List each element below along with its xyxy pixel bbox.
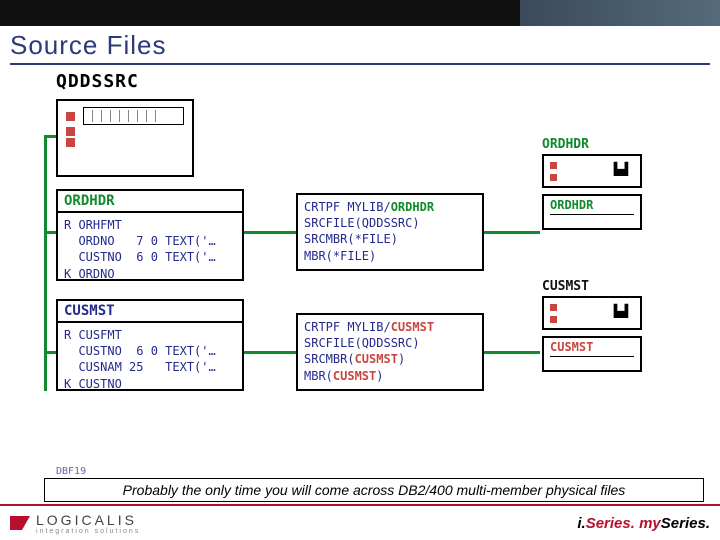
brand-name: LOGICALIS [36,512,140,528]
logo-text: LOGICALIS integration solutions [36,512,140,535]
source-file-label: QDDSSRC [56,71,139,92]
output-cusmst: CUSMST ▙▟ CUSMST [540,277,654,380]
member-line: K ORDNO [64,267,115,281]
footer-right: i.Series. mySeries. [577,515,710,532]
bullet-icon [66,127,75,136]
connector [244,231,296,234]
bullet-icon [66,112,75,121]
member-cusmst: CUSMST R CUSFMT CUSTNO 6 0 TEXT('… CUSNA… [56,299,244,391]
selector-row [66,107,184,125]
connector [484,351,540,354]
diagram-stage: QDDSSRC ORDHDR R ORHFMT ORDNO 7 0 TEXT('… [0,65,720,485]
slide-caption: Probably the only time you will come acr… [44,478,704,502]
object-name: CUSMST [391,320,434,334]
output-object-box: ▙▟ [542,296,642,330]
output-object-box: ▙▟ [542,154,642,188]
selector-input [83,107,184,125]
connector [484,231,540,234]
member-body: R ORHFMT ORDNO 7 0 TEXT('… CUSTNO 6 0 TE… [58,213,242,288]
selector-row [66,138,184,147]
title-band: Source Files [0,26,720,65]
member-ordhdr: ORDHDR R ORHFMT ORDNO 7 0 TEXT('… CUSTNO… [56,189,244,281]
output-member-label: ORDHDR [550,198,634,215]
member-line: CUSNAM 25 TEXT('… [64,360,216,374]
member-header: ORDHDR [58,191,242,213]
skyline-decor [520,0,720,26]
cmd-line: SRCFILE(QDDSSRC) [304,336,420,350]
hierarchy-icon: ▙▟ [610,162,632,182]
cmd-line: MBR(CUSMST) [304,369,384,383]
cmd-line: SRCMBR(*FILE) [304,232,398,246]
member-line: K CUSTNO [64,377,122,391]
command-cusmst: CRTPF MYLIB/CUSMST SRCFILE(QDDSSRC) SRCM… [296,313,484,391]
footer: LOGICALIS integration solutions i.Series… [0,504,720,540]
member-header: CUSMST [58,301,242,323]
selector-row [66,127,184,136]
connector [44,135,56,138]
member-line: R ORHFMT [64,218,122,232]
output-title: ORDHDR [542,137,652,152]
member-line: R CUSFMT [64,328,122,342]
cmd-line: CRTPF MYLIB/ORDHDR [304,200,434,214]
member-body: R CUSFMT CUSTNO 6 0 TEXT('… CUSNAM 25 TE… [58,323,242,398]
output-title: CUSMST [542,279,652,294]
connector [44,351,56,354]
bullet-icon [66,138,75,147]
output-member-box: CUSMST [542,336,642,372]
object-name: ORDHDR [391,200,434,214]
top-bar [0,0,720,26]
slide-title: Source Files [10,30,710,61]
connector [44,231,56,234]
output-member-label: CUSMST [550,340,634,357]
cmd-line: CRTPF MYLIB/CUSMST [304,320,434,334]
hierarchy-icon: ▙▟ [610,304,632,324]
output-ordhdr: ORDHDR ▙▟ ORDHDR [540,135,654,238]
cmd-line: SRCFILE(QDDSSRC) [304,216,420,230]
member-line: CUSTNO 6 0 TEXT('… [64,250,216,264]
member-selector-box [56,99,194,177]
member-line: CUSTNO 6 0 TEXT('… [64,344,216,358]
cmd-line: MBR(*FILE) [304,249,376,263]
output-member-box: ORDHDR [542,194,642,230]
command-ordhdr: CRTPF MYLIB/ORDHDR SRCFILE(QDDSSRC) SRCM… [296,193,484,271]
cmd-line: SRCMBR(CUSMST) [304,352,405,366]
connector [244,351,296,354]
member-line: ORDNO 7 0 TEXT('… [64,234,216,248]
footer-logo: LOGICALIS integration solutions [10,512,140,535]
slide-code: DBF19 [56,466,86,477]
logo-mark-icon [10,516,30,530]
brand-tagline: integration solutions [36,528,140,535]
